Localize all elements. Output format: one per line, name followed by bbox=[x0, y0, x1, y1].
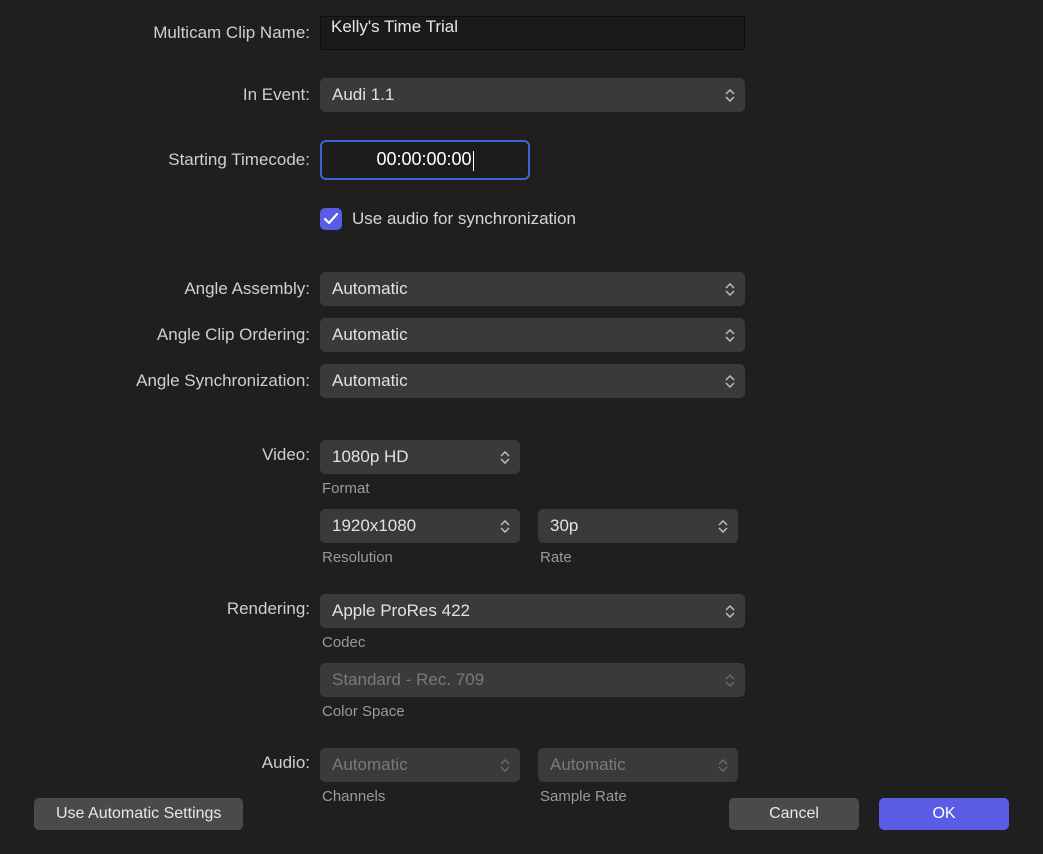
video-format-value: 1080p HD bbox=[332, 447, 409, 467]
use-audio-sync-label: Use audio for synchronization bbox=[352, 209, 576, 229]
chevron-updown-icon bbox=[500, 451, 510, 464]
label-multicam-name: Multicam Clip Name: bbox=[0, 18, 320, 48]
chevron-updown-icon bbox=[725, 674, 735, 687]
use-audio-sync-checkbox[interactable] bbox=[320, 208, 342, 230]
label-starting-timecode: Starting Timecode: bbox=[0, 145, 320, 175]
rendering-codec-value: Apple ProRes 422 bbox=[332, 601, 470, 621]
label-audio: Audio: bbox=[0, 748, 320, 778]
video-rate-value: 30p bbox=[550, 516, 578, 536]
label-in-event: In Event: bbox=[0, 80, 320, 110]
label-video: Video: bbox=[0, 440, 320, 470]
angle-clip-ordering-value: Automatic bbox=[332, 325, 408, 345]
audio-samplerate-value: Automatic bbox=[550, 755, 626, 775]
video-rate-dropdown[interactable]: 30p bbox=[538, 509, 738, 543]
angle-assembly-dropdown[interactable]: Automatic bbox=[320, 272, 745, 306]
label-angle-sync: Angle Synchronization: bbox=[0, 366, 320, 396]
sublabel-format: Format bbox=[320, 480, 520, 497]
chevron-updown-icon bbox=[725, 329, 735, 342]
video-format-dropdown[interactable]: 1080p HD bbox=[320, 440, 520, 474]
audio-channels-value: Automatic bbox=[332, 755, 408, 775]
in-event-value: Audi 1.1 bbox=[332, 85, 394, 105]
cancel-button[interactable]: Cancel bbox=[729, 798, 859, 830]
chevron-updown-icon bbox=[725, 605, 735, 618]
ok-button[interactable]: OK bbox=[879, 798, 1009, 830]
audio-samplerate-dropdown: Automatic bbox=[538, 748, 738, 782]
label-rendering: Rendering: bbox=[0, 594, 320, 624]
sublabel-resolution: Resolution bbox=[320, 549, 520, 566]
chevron-updown-icon bbox=[500, 759, 510, 772]
chevron-updown-icon bbox=[718, 759, 728, 772]
starting-timecode-value: 00:00:00:00 bbox=[376, 149, 473, 170]
angle-clip-ordering-dropdown[interactable]: Automatic bbox=[320, 318, 745, 352]
rendering-colorspace-value: Standard - Rec. 709 bbox=[332, 670, 484, 690]
multicam-name-input[interactable]: Kelly's Time Trial bbox=[320, 16, 745, 50]
rendering-colorspace-dropdown: Standard - Rec. 709 bbox=[320, 663, 745, 697]
sublabel-rate: Rate bbox=[538, 549, 738, 566]
chevron-updown-icon bbox=[725, 283, 735, 296]
chevron-updown-icon bbox=[718, 520, 728, 533]
label-angle-assembly: Angle Assembly: bbox=[0, 274, 320, 304]
chevron-updown-icon bbox=[725, 375, 735, 388]
in-event-dropdown[interactable]: Audi 1.1 bbox=[320, 78, 745, 112]
chevron-updown-icon bbox=[500, 520, 510, 533]
sublabel-codec: Codec bbox=[320, 634, 745, 651]
use-automatic-settings-button[interactable]: Use Automatic Settings bbox=[34, 798, 243, 830]
label-angle-clip-ordering: Angle Clip Ordering: bbox=[0, 320, 320, 350]
rendering-codec-dropdown[interactable]: Apple ProRes 422 bbox=[320, 594, 745, 628]
video-resolution-dropdown[interactable]: 1920x1080 bbox=[320, 509, 520, 543]
starting-timecode-input[interactable]: 00:00:00:00 bbox=[320, 140, 530, 180]
angle-assembly-value: Automatic bbox=[332, 279, 408, 299]
sublabel-colorspace: Color Space bbox=[320, 703, 745, 720]
chevron-updown-icon bbox=[725, 89, 735, 102]
angle-sync-value: Automatic bbox=[332, 371, 408, 391]
audio-channels-dropdown: Automatic bbox=[320, 748, 520, 782]
angle-sync-dropdown[interactable]: Automatic bbox=[320, 364, 745, 398]
video-resolution-value: 1920x1080 bbox=[332, 516, 416, 536]
